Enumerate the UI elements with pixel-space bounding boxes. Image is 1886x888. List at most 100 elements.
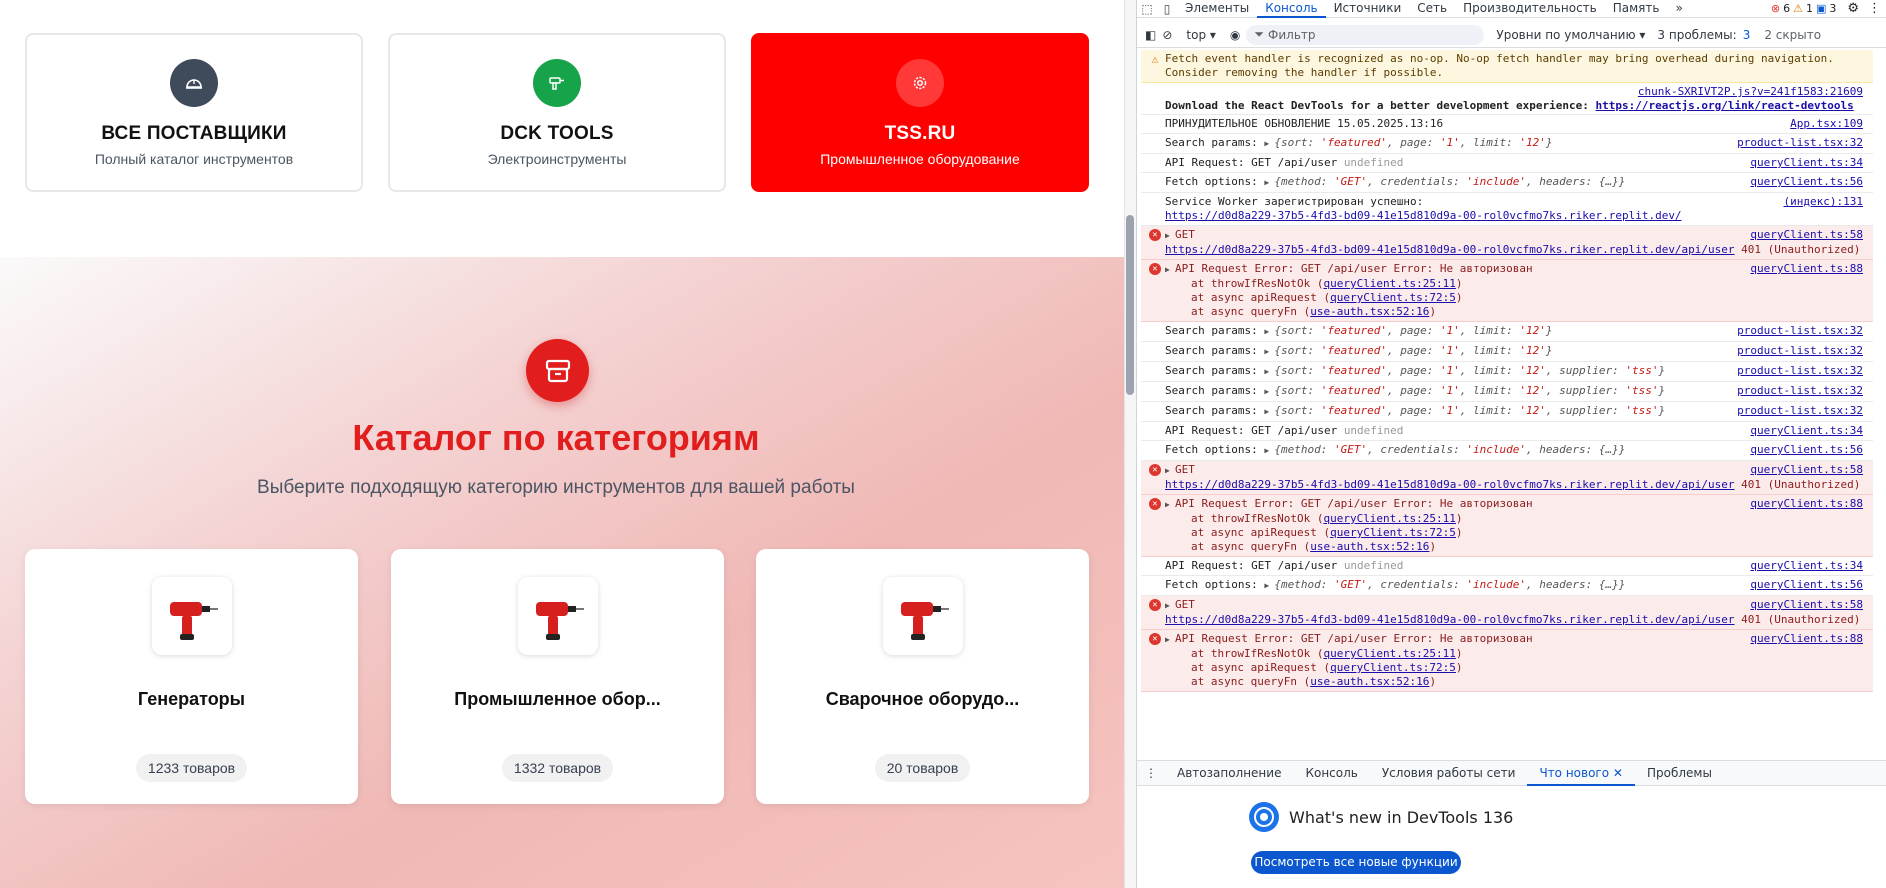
console-message[interactable]: Fetch options: ▶ {method: 'GET', credenti… [1141, 441, 1873, 461]
source-link[interactable]: chunk-SXRIVT2P.js?v=241f1583:21609 [1638, 85, 1863, 99]
tab-network[interactable]: Сеть [1409, 0, 1455, 18]
source-link[interactable]: queryClient.ts:56 [1750, 443, 1863, 457]
source-link[interactable]: queryClient.ts:88 [1750, 497, 1863, 511]
request-url-link[interactable]: https://d0d8a229-37b5-4fd3-bd09-41e15d81… [1165, 613, 1735, 626]
request-url-link[interactable]: https://d0d8a229-37b5-4fd3-bd09-41e15d81… [1165, 243, 1735, 256]
console-error[interactable]: ✕ ▶ API Request Error: GET /api/user Erro… [1141, 630, 1873, 692]
expand-triangle-icon[interactable]: ▶ [1264, 385, 1274, 399]
category-card-industrial[interactable]: Промышленное обор... 1332 товаров [391, 549, 724, 804]
console-message[interactable]: Search params: ▶ {sort: 'featured', page:… [1141, 362, 1873, 382]
supplier-card-dck[interactable]: DCK TOOLS Электроинструменты [388, 33, 726, 192]
source-link[interactable]: queryClient.ts:34 [1750, 156, 1863, 170]
source-link[interactable]: queryClient.ts:34 [1750, 424, 1863, 438]
stack-link[interactable]: use-auth.tsx:52:16 [1310, 305, 1429, 318]
source-link[interactable]: queryClient.ts:88 [1750, 262, 1863, 276]
source-link[interactable]: queryClient.ts:88 [1750, 632, 1863, 646]
console-error[interactable]: ✕ ▶ GET queryClient.ts:58 https://d0d8a22… [1141, 226, 1873, 260]
source-link[interactable]: queryClient.ts:56 [1750, 175, 1863, 189]
expand-triangle-icon[interactable]: ▶ [1264, 365, 1274, 379]
tab-elements[interactable]: Элементы [1177, 0, 1257, 18]
supplier-card-tss[interactable]: TSS.RU Промышленное оборудование [751, 33, 1089, 192]
see-all-features-button[interactable]: Посмотреть все новые функции [1251, 851, 1461, 874]
page-scrollbar[interactable] [1124, 0, 1136, 888]
more-tabs-button[interactable]: » [1667, 0, 1690, 18]
log-levels-select[interactable]: Уровни по умолчанию ▾ [1496, 28, 1645, 42]
console-message[interactable]: Search params: ▶ {sort: 'featured', page:… [1141, 402, 1873, 422]
settings-gear-icon[interactable]: ⚙ [1847, 1, 1859, 16]
expand-triangle-icon[interactable]: ▶ [1165, 498, 1175, 512]
stack-link[interactable]: queryClient.ts:72:5 [1330, 291, 1456, 304]
stack-link[interactable]: use-auth.tsx:52:16 [1310, 675, 1429, 688]
expand-triangle-icon[interactable]: ▶ [1264, 405, 1274, 419]
expand-triangle-icon[interactable]: ▶ [1264, 444, 1274, 458]
source-link[interactable]: product-list.tsx:32 [1737, 364, 1863, 378]
issue-counters[interactable]: ⊗ 6 ⚠ 1 ▣ 3 ⚙ ⋮ [1771, 1, 1886, 16]
source-link[interactable]: product-list.tsx:32 [1737, 344, 1863, 358]
source-link[interactable]: queryClient.ts:56 [1750, 578, 1863, 592]
source-link[interactable]: queryClient.ts:58 [1750, 598, 1863, 612]
expand-triangle-icon[interactable]: ▶ [1165, 464, 1175, 478]
console-error[interactable]: ✕ ▶ GET queryClient.ts:58 https://d0d8a22… [1141, 461, 1873, 495]
scrollbar-thumb[interactable] [1126, 215, 1134, 395]
source-link[interactable]: queryClient.ts:58 [1750, 228, 1863, 242]
source-link[interactable]: product-list.tsx:32 [1737, 324, 1863, 338]
source-link[interactable]: (индекс):131 [1784, 195, 1863, 209]
expand-triangle-icon[interactable]: ▶ [1264, 579, 1274, 593]
source-link[interactable]: queryClient.ts:34 [1750, 559, 1863, 573]
console-message[interactable]: Search params: ▶ {sort: 'featured', page:… [1141, 382, 1873, 402]
filter-input[interactable]: ⏷ Фильтр [1246, 24, 1485, 45]
expand-triangle-icon[interactable]: ▶ [1264, 345, 1274, 359]
device-toolbar-icon[interactable]: ▯ [1157, 0, 1177, 18]
eye-icon[interactable]: ◉ [1230, 28, 1240, 42]
expand-triangle-icon[interactable]: ▶ [1165, 633, 1175, 647]
expand-triangle-icon[interactable]: ▶ [1264, 176, 1274, 190]
source-link[interactable]: product-list.tsx:32 [1737, 136, 1863, 150]
tab-console[interactable]: Консоль [1257, 0, 1326, 18]
category-card-generators[interactable]: Генераторы 1233 товаров [25, 549, 358, 804]
drawer-menu-icon[interactable]: ⋮ [1137, 766, 1165, 780]
supplier-card-all[interactable]: ВСЕ ПОСТАВЩИКИ Полный каталог инструмент… [25, 33, 363, 192]
source-link[interactable]: product-list.tsx:32 [1737, 404, 1863, 418]
drawer-tab-issues[interactable]: Проблемы [1635, 760, 1724, 786]
expand-triangle-icon[interactable]: ▶ [1264, 137, 1274, 151]
service-worker-link[interactable]: https://d0d8a229-37b5-4fd3-bd09-41e15d81… [1165, 209, 1682, 222]
drawer-tab-network-conditions[interactable]: Условия работы сети [1370, 760, 1528, 786]
kebab-menu-icon[interactable]: ⋮ [1868, 1, 1881, 16]
clear-console-icon[interactable]: ⊘ [1162, 28, 1172, 42]
console-message[interactable]: Fetch options: ▶ {method: 'GET', credenti… [1141, 576, 1873, 596]
inspect-element-icon[interactable]: ⬚ [1137, 0, 1157, 18]
expand-triangle-icon[interactable]: ▶ [1264, 325, 1274, 339]
console-message[interactable]: Search params: ▶ {sort: 'featured', page:… [1141, 134, 1873, 154]
console-message[interactable]: Search params: ▶ {sort: 'featured', page:… [1141, 342, 1873, 362]
request-url-link[interactable]: https://d0d8a229-37b5-4fd3-bd09-41e15d81… [1165, 478, 1735, 491]
sidebar-toggle-icon[interactable]: ◧ [1145, 28, 1156, 42]
expand-triangle-icon[interactable]: ▶ [1165, 229, 1175, 243]
drawer-tab-console[interactable]: Консоль [1293, 760, 1369, 786]
category-card-welding[interactable]: Сварочное оборудо... 20 товаров [756, 549, 1089, 804]
drawer-tab-autofill[interactable]: Автозаполнение [1165, 760, 1293, 786]
close-icon[interactable]: ✕ [1613, 766, 1623, 780]
expand-triangle-icon[interactable]: ▶ [1165, 263, 1175, 277]
console-error[interactable]: ✕ ▶ GET queryClient.ts:58 https://d0d8a22… [1141, 596, 1873, 630]
stack-link[interactable]: queryClient.ts:72:5 [1330, 526, 1456, 539]
tab-performance[interactable]: Производительность [1455, 0, 1605, 18]
console-error[interactable]: ✕ ▶ API Request Error: GET /api/user Erro… [1141, 260, 1873, 322]
react-devtools-link[interactable]: https://reactjs.org/link/react-devtools [1595, 99, 1853, 112]
console-error[interactable]: ✕ ▶ API Request Error: GET /api/user Erro… [1141, 495, 1873, 557]
stack-link[interactable]: queryClient.ts:72:5 [1330, 661, 1456, 674]
stack-link[interactable]: queryClient.ts:25:11 [1323, 512, 1455, 525]
stack-link[interactable]: queryClient.ts:25:11 [1323, 277, 1455, 290]
source-link[interactable]: queryClient.ts:58 [1750, 463, 1863, 477]
stack-link[interactable]: use-auth.tsx:52:16 [1310, 540, 1429, 553]
console-message[interactable]: Fetch options: ▶ {method: 'GET', credenti… [1141, 173, 1873, 193]
tab-sources[interactable]: Источники [1326, 0, 1410, 18]
source-link[interactable]: App.tsx:109 [1790, 117, 1863, 131]
console-message[interactable]: Search params: ▶ {sort: 'featured', page:… [1141, 322, 1873, 342]
issues-count[interactable]: 3 [1743, 28, 1751, 42]
stack-link[interactable]: queryClient.ts:25:11 [1323, 647, 1455, 660]
expand-triangle-icon[interactable]: ▶ [1165, 599, 1175, 613]
issues-label[interactable]: 3 проблемы: [1657, 28, 1736, 42]
context-select[interactable]: top ▾ [1186, 28, 1216, 42]
tab-memory[interactable]: Память [1605, 0, 1668, 18]
source-link[interactable]: product-list.tsx:32 [1737, 384, 1863, 398]
